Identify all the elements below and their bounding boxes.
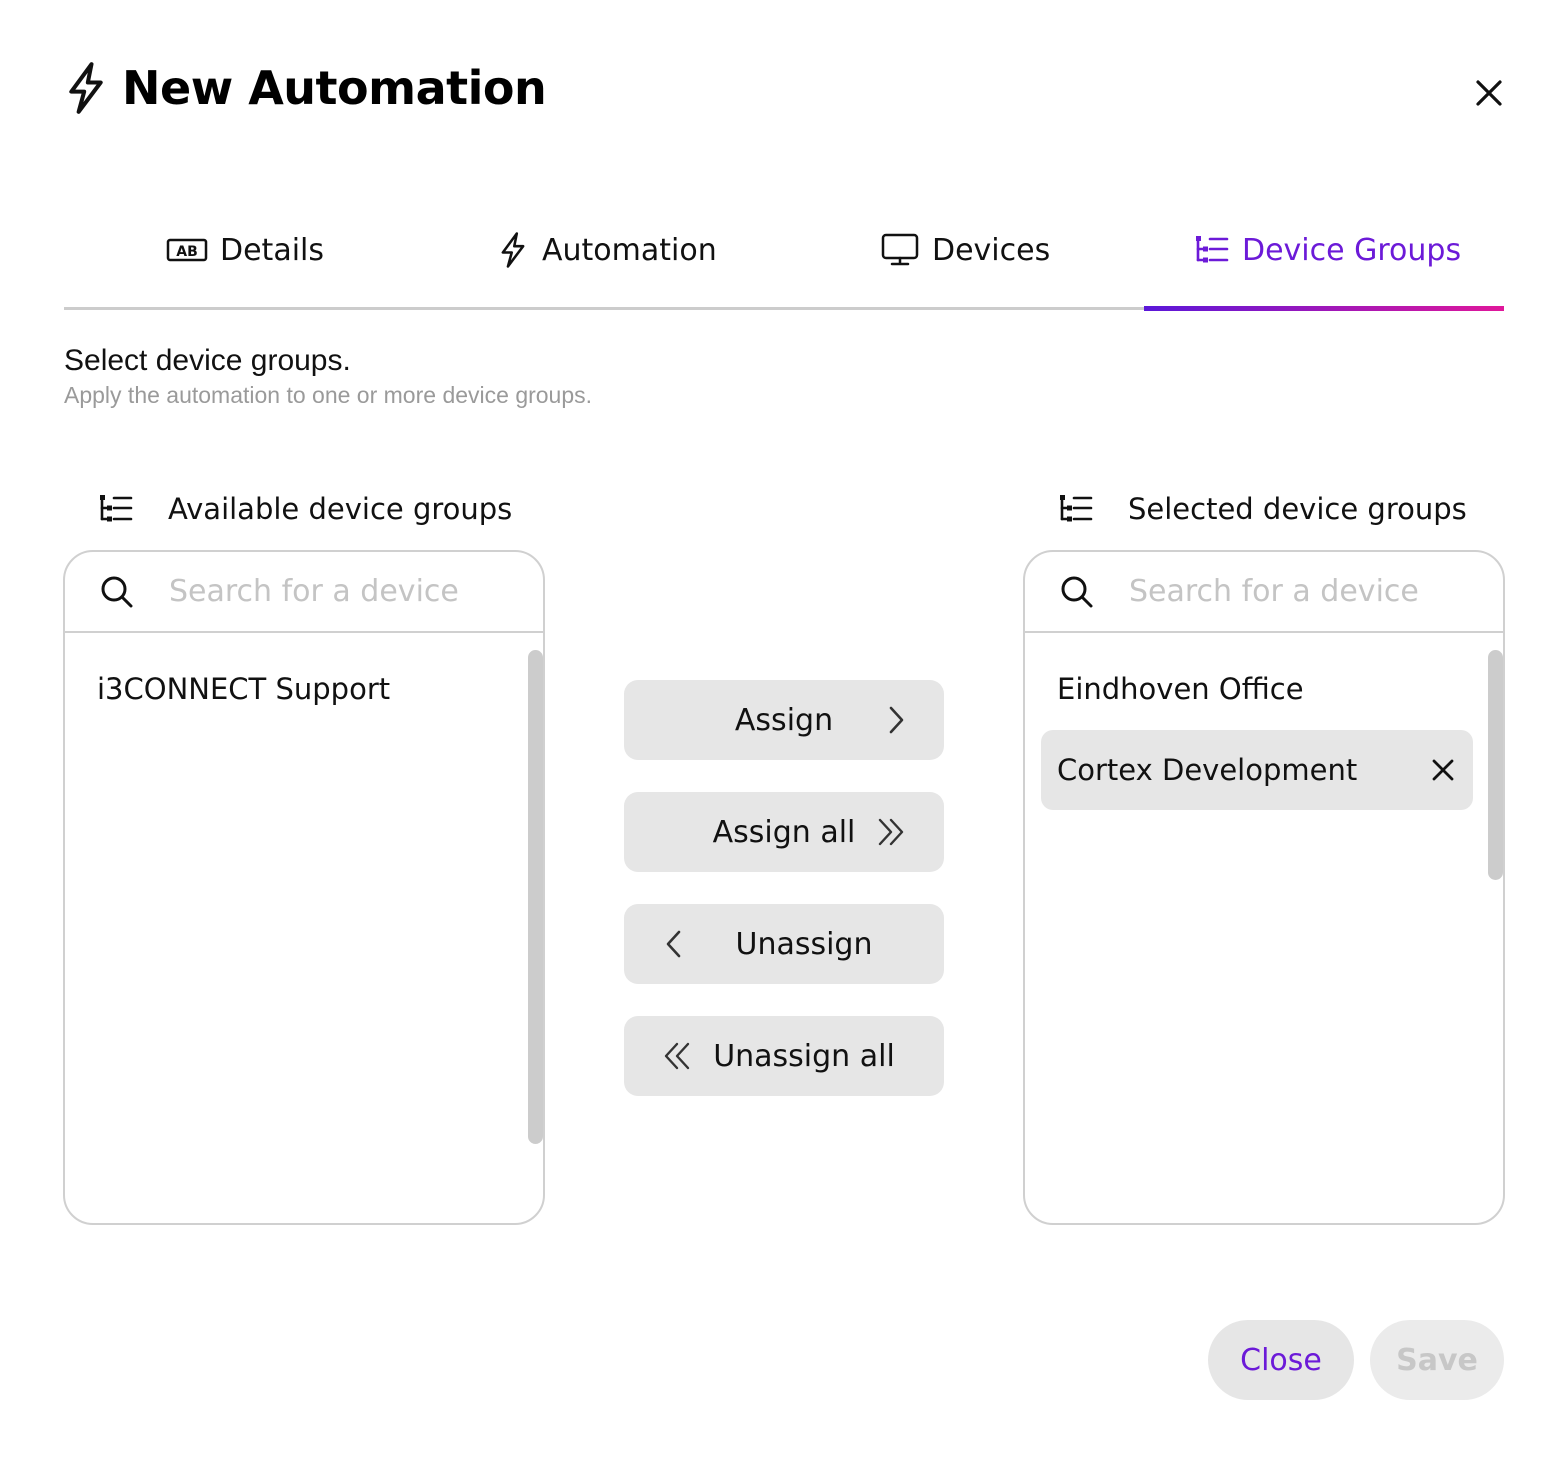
- svg-text:AB: AB: [176, 244, 198, 260]
- unassign-button-label: Unassign: [735, 926, 873, 962]
- tab-device-groups[interactable]: Device Groups: [1194, 220, 1461, 280]
- assign-button-label: Assign: [734, 702, 834, 738]
- save-button[interactable]: Save: [1370, 1320, 1504, 1400]
- unassign-all-button[interactable]: Unassign all: [624, 1016, 944, 1096]
- chevron-right-icon: [889, 706, 904, 734]
- available-groups-panel: i3CONNECT Support: [63, 550, 545, 1225]
- tab-automation[interactable]: Automation: [496, 220, 717, 280]
- search-icon: [101, 576, 133, 607]
- list-item[interactable]: Eindhoven Office: [1057, 672, 1304, 706]
- list-item[interactable]: i3CONNECT Support: [97, 672, 390, 706]
- active-tab-indicator: [1144, 306, 1504, 311]
- tab-bar: AB Details Automation Devices Device Gro…: [64, 200, 1504, 312]
- bolt-icon: [501, 232, 525, 268]
- panel-label-text: Available device groups: [168, 492, 513, 526]
- double-chevron-right-icon: [878, 818, 904, 846]
- device-groups-icon: [1060, 495, 1093, 522]
- unassign-button[interactable]: Unassign: [624, 904, 944, 984]
- tab-label: Details: [220, 232, 325, 268]
- list-item-selected[interactable]: Cortex Development: [1041, 730, 1473, 810]
- tab-label: Devices: [932, 232, 1051, 268]
- selected-groups-label: Selected device groups: [1058, 492, 1467, 526]
- tab-devices[interactable]: Devices: [880, 220, 1050, 280]
- panel-label-text: Selected device groups: [1128, 492, 1467, 526]
- selected-search: [1025, 552, 1503, 633]
- available-scrollbar[interactable]: [528, 650, 543, 1144]
- selected-search-input[interactable]: [1129, 574, 1449, 609]
- dialog-title: New Automation: [122, 61, 547, 115]
- available-search-input[interactable]: [169, 574, 489, 609]
- section-title: Select device groups.: [64, 344, 351, 377]
- available-groups-label: Available device groups: [98, 492, 512, 526]
- ab-label-icon: AB: [166, 238, 208, 262]
- assign-all-button-label: Assign all: [712, 814, 856, 850]
- unassign-all-button-label: Unassign all: [713, 1038, 895, 1074]
- chevron-left-icon: [666, 930, 681, 958]
- section-subtitle: Apply the automation to one or more devi…: [64, 382, 593, 408]
- tab-label: Automation: [542, 232, 717, 268]
- monitor-icon: [881, 233, 919, 266]
- selected-scrollbar[interactable]: [1488, 650, 1503, 880]
- assign-all-button[interactable]: Assign all: [624, 792, 944, 872]
- device-groups-icon: [1196, 236, 1229, 263]
- device-groups-icon: [100, 495, 133, 522]
- close-button[interactable]: Close: [1208, 1320, 1354, 1400]
- selected-groups-panel: Eindhoven Office Cortex Development: [1023, 550, 1505, 1225]
- assign-button[interactable]: Assign: [624, 680, 944, 760]
- tab-label: Device Groups: [1242, 232, 1462, 268]
- double-chevron-left-icon: [664, 1042, 690, 1070]
- list-item-label: Cortex Development: [1057, 753, 1358, 787]
- bolt-icon: [69, 62, 103, 114]
- remove-icon[interactable]: [1429, 756, 1457, 784]
- tab-details[interactable]: AB Details: [166, 220, 324, 280]
- search-icon: [1061, 576, 1093, 607]
- dialog-header: New Automation: [64, 60, 547, 116]
- available-search: [65, 552, 543, 633]
- close-dialog-icon[interactable]: [1468, 72, 1510, 114]
